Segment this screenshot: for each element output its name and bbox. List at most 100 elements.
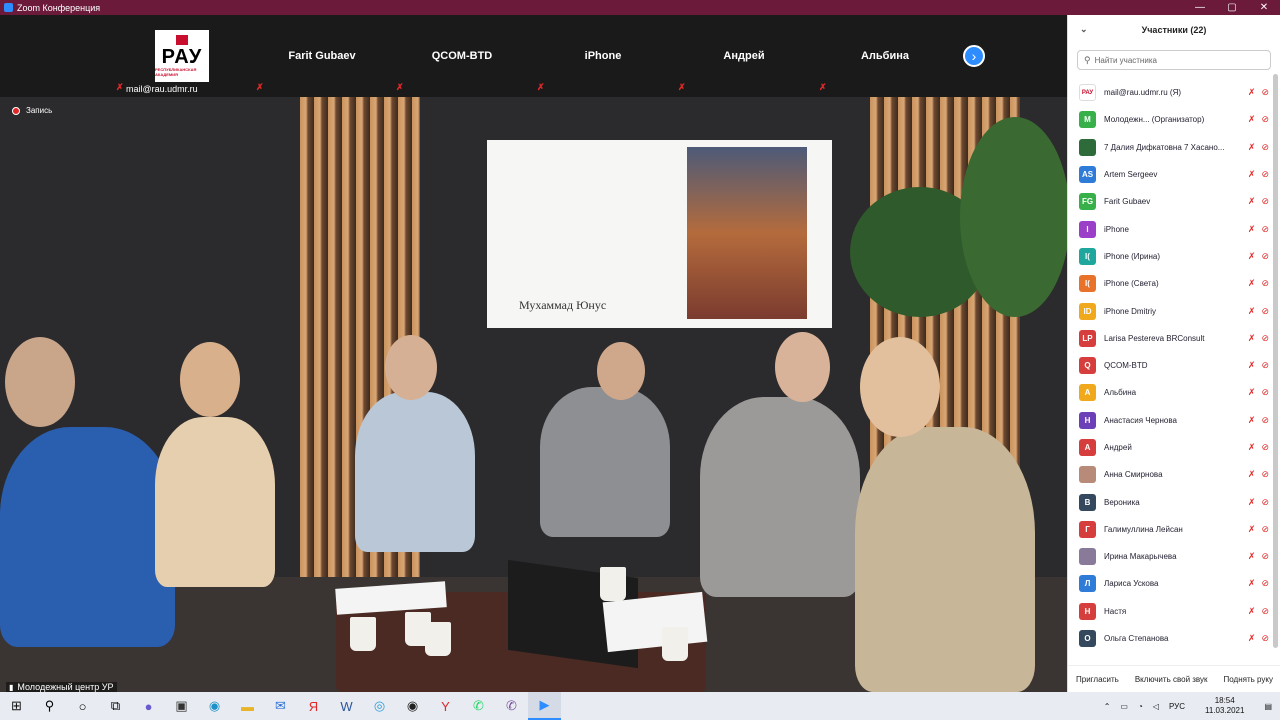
network-icon[interactable]: ◔ [1138, 702, 1143, 711]
thumbnail-tile[interactable]: QCOM-BTD ✗ [392, 15, 532, 96]
notifications-icon[interactable]: ▤ [1264, 702, 1272, 711]
muted-mic-icon: ✗ [537, 82, 545, 92]
thumbnail-tile[interactable]: РАУ РЕСПУБЛИКАНСКАЯ АКАДЕМИЯ ✗ mail@rau.… [112, 15, 252, 96]
yandex-icon[interactable]: Я [297, 692, 330, 720]
slide-caption: Мухаммад Юнус [519, 298, 607, 312]
next-page-button[interactable]: › [963, 45, 985, 67]
collapse-chevron-icon[interactable]: ⌄ [1080, 24, 1088, 35]
participant-row[interactable]: Н Анастасия Чернова ✗ ⊘ [1068, 407, 1273, 434]
participant-person [355, 392, 475, 552]
participant-row[interactable]: Г Галимуллина Лейсан ✗ ⊘ [1068, 516, 1273, 543]
participant-row[interactable]: А Андрей ✗ ⊘ [1068, 434, 1273, 461]
task-view-icon[interactable]: ⧉ [99, 692, 132, 720]
volume-icon[interactable]: ◁ [1153, 702, 1159, 711]
participant-status-icons: ✗ ⊘ [1248, 142, 1269, 153]
participant-name: Farit Gubaev [1104, 197, 1151, 207]
participant-search-input[interactable]: ⚲ Найти участника [1077, 50, 1271, 70]
participant-person [540, 387, 670, 537]
close-button[interactable]: ✕ [1248, 0, 1280, 15]
participant-row[interactable]: I(iPhone (Света) ✗ ⊘ [1068, 270, 1273, 297]
participant-avatar: Н [1079, 411, 1096, 429]
participant-avatar: Н [1079, 602, 1096, 620]
maximize-button[interactable]: ▢ [1216, 0, 1248, 15]
participant-row[interactable]: Q QCOM-BTD ✗ ⊘ [1068, 352, 1273, 379]
windows-taskbar: ⊞ ⚲ ○ ⧉ ● ▣ ◉ ▬ ✉ Я W ◎ ◉ Y ✆ ✆ ▶ ⌃ ▭ ◔ … [0, 692, 1280, 720]
participant-name: iPhone (Света) [1104, 279, 1159, 289]
word-icon[interactable]: W [330, 692, 363, 720]
participant-avatar: А [1079, 384, 1096, 402]
cortana-icon[interactable]: ○ [66, 692, 99, 720]
participant-row[interactable]: LP Larisa Pestereva BRConsult ✗ ⊘ [1068, 325, 1273, 352]
video-off-icon: ⊘ [1261, 87, 1269, 98]
participant-row[interactable]: I(iPhone (Ирина) ✗ ⊘ [1068, 243, 1273, 270]
video-off-icon: ⊘ [1261, 633, 1269, 644]
thumbnail-name: iPhone [584, 49, 622, 62]
participant-status-icons: ✗ ⊘ [1248, 114, 1269, 125]
thumbnail-name: Farit Gubaev [288, 49, 356, 62]
participant-row[interactable]: Ирина Макарычева ✗ ⊘ [1068, 543, 1273, 570]
paper-cup [425, 622, 451, 656]
invite-button[interactable]: Пригласить [1073, 672, 1122, 687]
participant-status-icons: ✗ ⊘ [1248, 606, 1269, 617]
edge-icon[interactable]: ◉ [198, 692, 231, 720]
participant-row[interactable]: А Альбина ✗ ⊘ [1068, 379, 1273, 406]
participant-row[interactable]: Л Лариса Ускова ✗ ⊘ [1068, 570, 1273, 597]
media-icon[interactable]: ◉ [396, 692, 429, 720]
participant-status-icons: ✗ ⊘ [1248, 442, 1269, 453]
participant-status-icons: ✗ ⊘ [1248, 578, 1269, 589]
participant-row[interactable]: AS Artem Sergeev ✗ ⊘ [1068, 161, 1273, 188]
mail-icon[interactable]: ✉ [264, 692, 297, 720]
panel-scrollbar[interactable] [1273, 74, 1278, 648]
participant-person [0, 427, 175, 647]
search-icon[interactable]: ⚲ [33, 692, 66, 720]
battery-icon[interactable]: ▭ [1120, 702, 1128, 711]
participant-row[interactable]: Н Настя ✗ ⊘ [1068, 598, 1273, 625]
participant-avatar: I [1079, 220, 1096, 238]
thumbnail-tile[interactable]: Альбина ✗ [815, 15, 955, 96]
participant-status-icons: ✗ ⊘ [1248, 387, 1269, 398]
muted-mic-icon: ✗ [1247, 469, 1256, 480]
language-indicator[interactable]: РУС [1169, 702, 1185, 711]
participant-row[interactable]: О Ольга Степанова ✗ ⊘ [1068, 625, 1273, 652]
thumbnail-tile[interactable]: iPhone ✗ [533, 15, 673, 96]
paper-cup [600, 567, 626, 601]
viber-icon[interactable]: ✆ [495, 692, 528, 720]
app-icon[interactable]: ● [132, 692, 165, 720]
start-button[interactable]: ⊞ [0, 692, 33, 720]
participant-row[interactable]: В Вероника ✗ ⊘ [1068, 488, 1273, 515]
participant-row[interactable]: М Молодежн... (Организатор) ✗ ⊘ [1068, 106, 1273, 133]
unmute-button[interactable]: Включить свой звук [1132, 672, 1211, 687]
participant-avatar [1079, 138, 1096, 156]
app-icon[interactable]: ◎ [363, 692, 396, 720]
clock[interactable]: 18:54 11.03.2021 [1200, 696, 1249, 716]
whatsapp-icon[interactable]: ✆ [462, 692, 495, 720]
panel-title: Участники (22) [1141, 25, 1207, 35]
participant-row[interactable]: IiPhone ✗ ⊘ [1068, 215, 1273, 242]
participant-row[interactable]: РАУ mail@rau.udmr.ru (Я) ✗ ⊘ [1068, 79, 1273, 106]
participant-name: 7 Далия Дифкатовна 7 Хасано... [1104, 142, 1225, 152]
minimize-button[interactable]: — [1184, 0, 1216, 15]
muted-mic-icon: ✗ [116, 82, 124, 92]
participant-row[interactable]: 7 Далия Дифкатовна 7 Хасано... ✗ ⊘ [1068, 134, 1273, 161]
store-icon[interactable]: ▣ [165, 692, 198, 720]
participant-head [775, 332, 830, 402]
participant-row[interactable]: Анна Смирнова ✗ ⊘ [1068, 461, 1273, 488]
yandex-browser-icon[interactable]: Y [429, 692, 462, 720]
participant-name: iPhone Dmitriy [1104, 306, 1157, 316]
paper-cup [350, 617, 376, 651]
window-titlebar: Zoom Конференция — ▢ ✕ [0, 0, 1280, 15]
participant-row[interactable]: FG Farit Gubaev ✗ ⊘ [1068, 188, 1273, 215]
thumbnail-tile[interactable]: Farit Gubaev ✗ [252, 15, 392, 96]
participant-name: Ольга Степанова [1104, 634, 1169, 644]
participant-name: Андрей [1104, 443, 1132, 452]
raise-hand-button[interactable]: Поднять руку [1221, 672, 1276, 687]
thumbnail-tile[interactable]: Андрей ✗ [674, 15, 814, 96]
zoom-taskbar-icon[interactable]: ▶ [528, 692, 561, 720]
tray-chevron-icon[interactable]: ⌃ [1104, 702, 1111, 711]
video-off-icon: ⊘ [1261, 196, 1269, 207]
participant-row[interactable]: ID iPhone Dmitriy ✗ ⊘ [1068, 297, 1273, 324]
participant-status-icons: ✗ ⊘ [1248, 196, 1269, 207]
participant-avatar: Q [1079, 357, 1096, 375]
plant [960, 117, 1067, 317]
file-explorer-icon[interactable]: ▬ [231, 692, 264, 720]
